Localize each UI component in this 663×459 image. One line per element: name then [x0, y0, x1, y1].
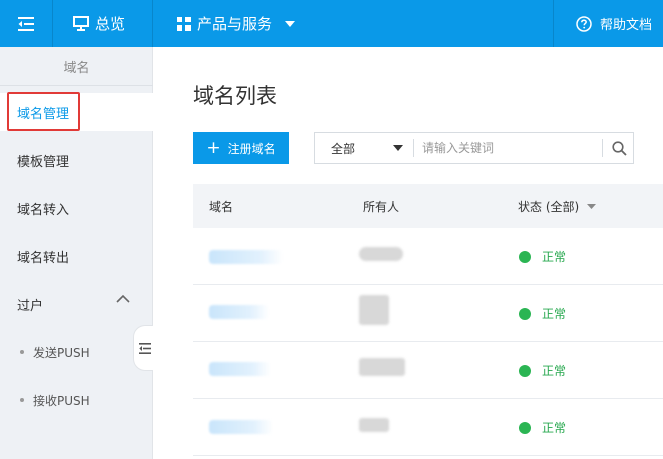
filter-bar: 全部	[314, 132, 634, 164]
redacted-domain	[209, 420, 273, 434]
status-badge: 正常	[519, 362, 566, 379]
menu-toggle-button[interactable]	[0, 0, 52, 47]
filter-divider	[602, 139, 603, 157]
help-docs-link[interactable]: 帮助文档	[576, 0, 652, 47]
status-badge: 正常	[519, 248, 566, 265]
page-title: 域名列表	[193, 84, 277, 108]
sidebar-item-template-management[interactable]: 模板管理	[0, 141, 153, 179]
bullet-dot	[20, 398, 24, 402]
chevron-up-icon[interactable]	[116, 294, 130, 303]
grid-icon	[177, 16, 191, 31]
bullet-dot	[20, 350, 24, 354]
redacted-domain	[209, 362, 271, 376]
sidebar-item-label: 域名转入	[17, 202, 70, 218]
overview-label: 总览	[95, 15, 126, 33]
status-dot	[519, 421, 531, 434]
help-label: 帮助文档	[600, 18, 653, 33]
topbar-divider	[553, 0, 554, 47]
top-navigation-bar: 总览 产品与服务 帮助文档	[0, 0, 663, 47]
sidebar-item-domain-transfer-in[interactable]: 域名转入	[0, 189, 153, 227]
plus-icon: +	[206, 137, 221, 158]
caret-down-icon	[285, 20, 296, 27]
status-text: 正常	[542, 307, 567, 321]
sidebar-item-label: 模板管理	[17, 154, 70, 170]
caret-down-icon	[393, 145, 403, 151]
redacted-owner	[359, 418, 389, 432]
sidebar-item-label: 过户	[17, 298, 44, 314]
table-row[interactable]: 正常	[193, 228, 663, 285]
sidebar-item-domain-transfer-out[interactable]: 域名转出	[0, 237, 153, 275]
status-dot	[519, 364, 531, 377]
search-input[interactable]	[422, 137, 597, 159]
sidebar-divider	[0, 85, 153, 86]
main-content: 域名列表 + 注册域名 全部 域名 所有人 状态 (全部)	[153, 47, 663, 459]
sidebar-item-ownership-transfer[interactable]: 过户	[0, 285, 153, 323]
register-domain-button[interactable]: + 注册域名	[193, 132, 289, 164]
status-badge: 正常	[519, 419, 566, 436]
search-button[interactable]	[607, 137, 631, 159]
column-header-domain: 域名	[209, 199, 234, 214]
column-header-status[interactable]: 状态 (全部)	[518, 184, 597, 228]
redacted-owner	[359, 295, 389, 325]
sidebar-title: 域名	[63, 61, 90, 76]
redacted-domain	[209, 305, 269, 319]
topbar-divider	[152, 0, 153, 47]
filter-divider	[413, 139, 414, 157]
sidebar-subitem-send-push[interactable]: 发送PUSH	[0, 337, 153, 367]
sidebar-subitem-receive-push[interactable]: 接收PUSH	[0, 385, 153, 415]
table-row[interactable]: 正常	[193, 399, 663, 456]
sidebar-subitem-label: 发送PUSH	[33, 345, 90, 360]
search-icon	[611, 140, 627, 156]
help-icon	[576, 15, 592, 32]
caret-down-icon	[587, 203, 597, 209]
status-text: 正常	[542, 250, 567, 264]
monitor-icon	[73, 16, 89, 31]
topbar-divider	[52, 0, 53, 47]
status-text: 正常	[542, 421, 567, 435]
sidebar-item-label: 域名转出	[17, 250, 70, 266]
table-row[interactable]: 正常	[193, 342, 663, 399]
highlight-box	[7, 92, 80, 131]
register-domain-label: 注册域名	[227, 141, 276, 156]
products-services-dropdown[interactable]: 产品与服务	[177, 0, 301, 47]
table-row[interactable]: 正常	[193, 285, 663, 342]
table-header: 域名 所有人 状态 (全部)	[193, 184, 663, 228]
redacted-owner	[359, 358, 405, 376]
collapse-icon	[138, 342, 151, 354]
redacted-owner	[359, 247, 403, 261]
sidebar: 域名 域名管理 模板管理 域名转入 域名转出 过户 发送PUSH 接收PUSH	[0, 47, 153, 459]
sidebar-collapse-button[interactable]	[133, 325, 155, 371]
status-dot	[519, 250, 531, 263]
status-text: 正常	[542, 364, 567, 378]
menu-icon	[18, 16, 34, 31]
products-label: 产品与服务	[197, 15, 273, 33]
filter-select-value: 全部	[331, 141, 356, 156]
column-header-status-label: 状态 (全部)	[518, 199, 580, 214]
overview-nav[interactable]: 总览	[73, 0, 125, 47]
status-dot	[519, 307, 531, 320]
column-header-owner: 所有人	[363, 199, 400, 214]
status-badge: 正常	[519, 305, 566, 322]
redacted-domain	[209, 250, 283, 264]
sidebar-subitem-label: 接收PUSH	[33, 393, 90, 408]
